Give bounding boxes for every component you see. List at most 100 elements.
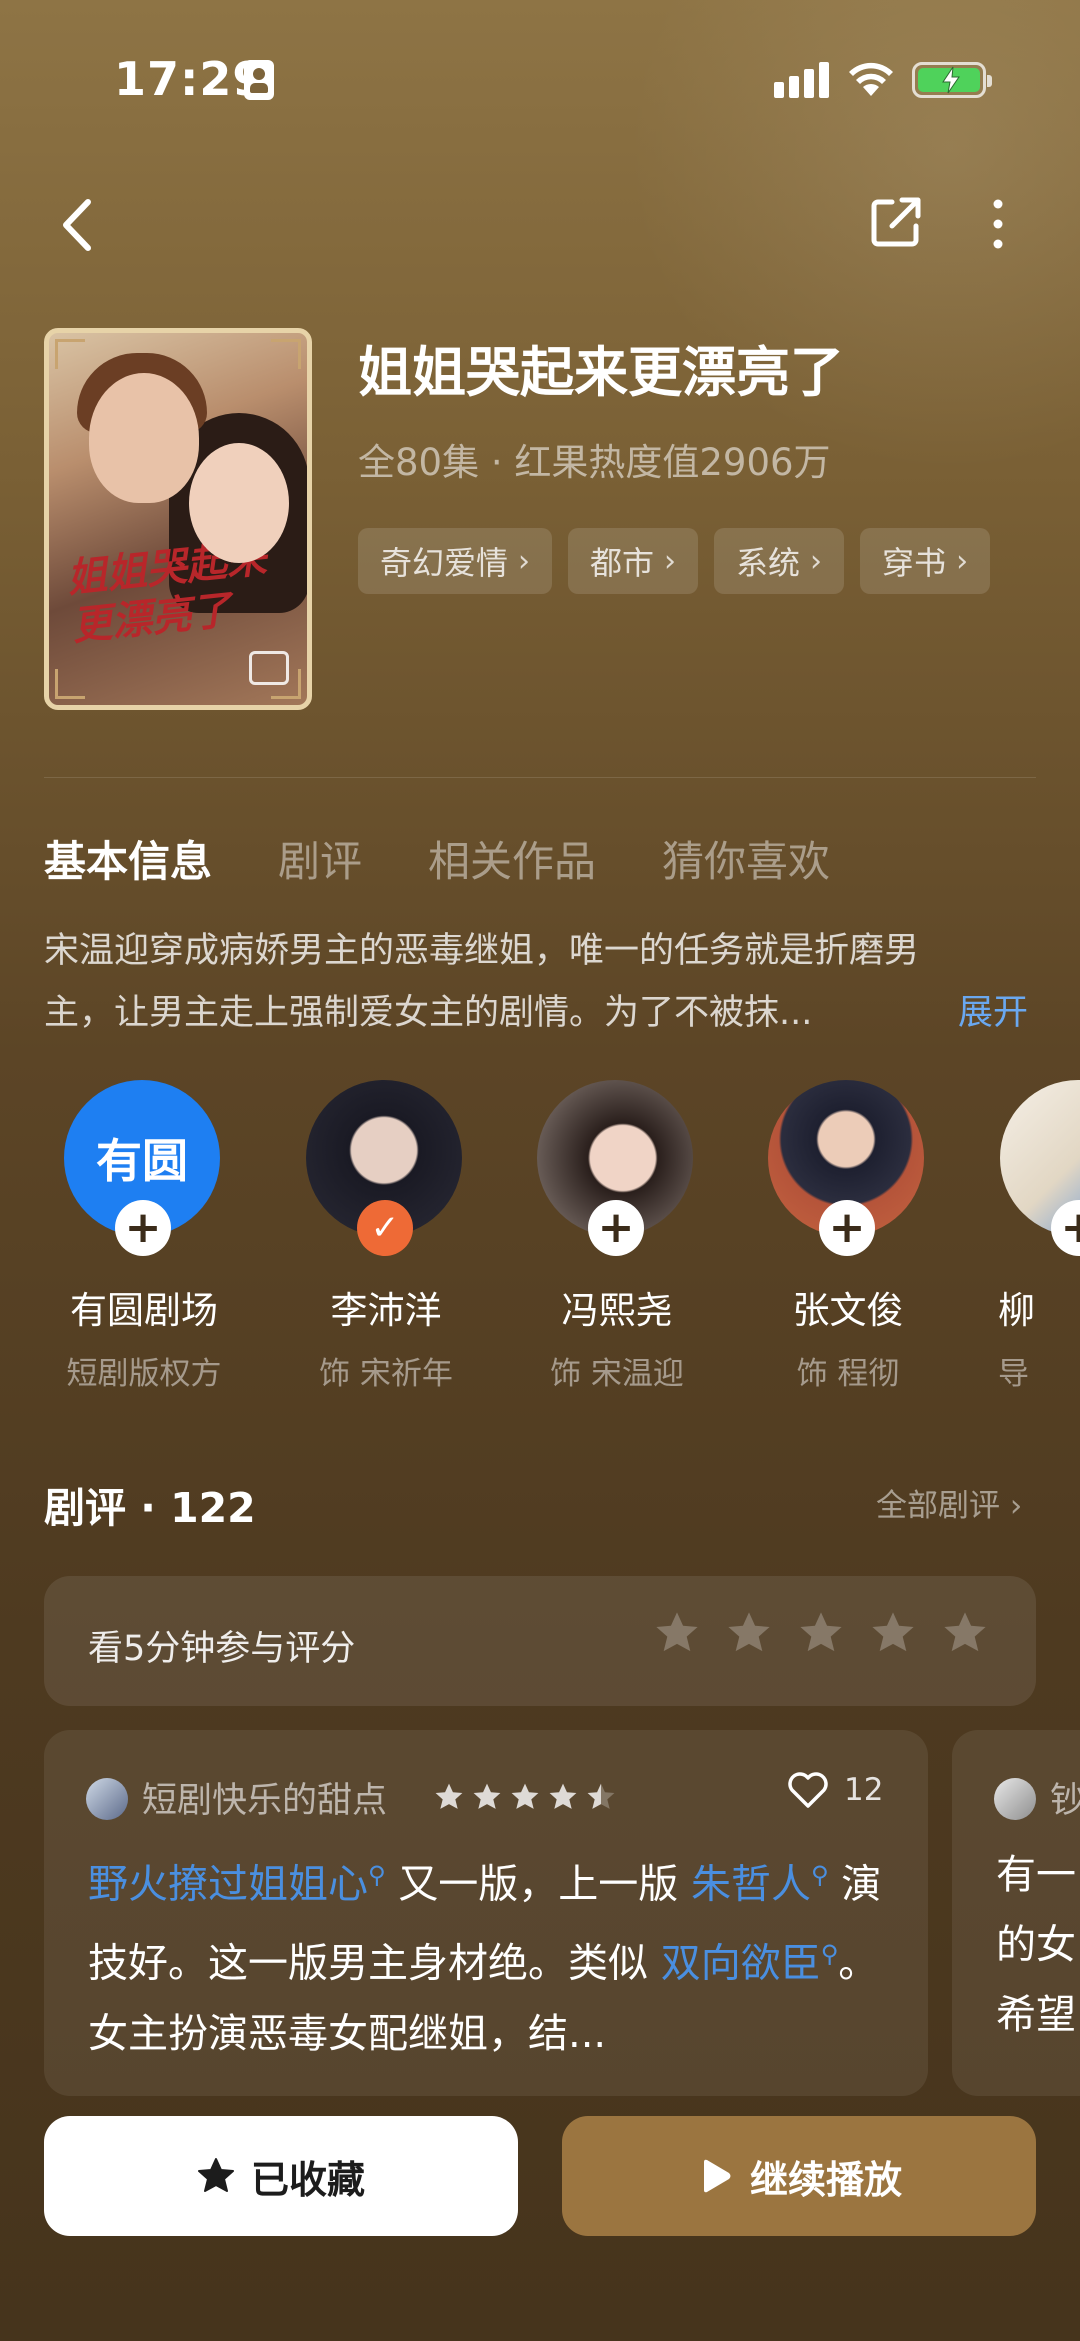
tag-label: 穿书 <box>882 544 947 582</box>
tag-chip[interactable]: 奇幻爱情 › <box>358 528 553 594</box>
plus-icon: + <box>597 1202 635 1253</box>
rating-star-icon <box>728 1612 770 1652</box>
drama-detail-page: 17:29 姐姐哭起来更漂亮了 姐姐哭起来更漂亮了 全80集 · 红果热度值29… <box>0 0 1080 2341</box>
cast-role: 饰 程彻 <box>796 1356 900 1392</box>
synopsis-line: 主，让男主走上强制爱女主的剧情。为了不被抹... <box>44 993 813 1033</box>
followed-badge[interactable]: ✓ <box>357 1200 413 1256</box>
star-icon <box>473 1783 501 1809</box>
follow-button[interactable]: + <box>115 1200 171 1256</box>
studio-logo-text: 有圆 <box>96 1134 188 1188</box>
cast-role: 短剧版权方 <box>66 1356 222 1392</box>
chevron-right-icon: › <box>664 543 677 579</box>
contact-card-icon <box>244 60 274 100</box>
favorite-label: 已收藏 <box>250 2157 365 2202</box>
review-tag-link[interactable]: 双向欲臣 <box>661 1941 821 1987</box>
drama-meta: 全80集 · 红果热度值2906万 <box>358 441 831 484</box>
divider <box>44 777 1036 778</box>
reviews-title: 剧评 · 122 <box>44 1484 256 1532</box>
signal-icon <box>774 62 830 98</box>
plus-icon: + <box>1060 1202 1080 1253</box>
cast-role: 饰 宋温迎 <box>550 1356 684 1392</box>
tag-list: 奇幻爱情 › 都市 › 系统 › 穿书 › <box>358 528 991 594</box>
play-icon <box>703 2159 731 2193</box>
star-icon <box>511 1783 539 1809</box>
cast-name: 冯熙尧 <box>561 1289 673 1332</box>
cast-role: 导 <box>998 1356 1029 1392</box>
heart-icon <box>788 1772 828 1808</box>
status-time: 17:29 <box>114 52 266 106</box>
tab-basic-info[interactable]: 基本信息 <box>44 828 212 889</box>
battery-icon <box>912 62 992 98</box>
chevron-right-icon: › <box>956 543 969 579</box>
rating-star-icon <box>872 1612 914 1652</box>
tab-bar: 基本信息 剧评 相关作品 猜你喜欢 <box>44 828 830 889</box>
review-username[interactable]: 钞 <box>1050 1772 1080 1823</box>
review-text-span: 又一版，上一版 <box>385 1861 692 1908</box>
tag-label: 系统 <box>736 544 801 582</box>
review-text-line: 的女 <box>996 1922 1076 1968</box>
cast-name: 有圆剧场 <box>70 1289 218 1332</box>
review-tag-link[interactable]: 野火撩过姐姐心 <box>88 1861 368 1907</box>
plus-icon: + <box>828 1202 866 1253</box>
rating-prompt: 看5分钟参与评分 <box>88 1629 356 1669</box>
tab-reviews[interactable]: 剧评 <box>278 828 362 889</box>
review-text: 野火撩过姐姐心⚲ 又一版，上一版 朱哲人⚲ 演技好。这一版男主身材绝。类似 双向… <box>88 1840 888 2069</box>
review-card[interactable]: 短剧快乐的甜点 12 野火撩过姐姐心⚲ 又一版，上一版 朱哲人⚲ 演技好。这一版… <box>44 1730 928 2096</box>
search-icon: ⚲ <box>820 1940 839 1969</box>
synopsis-text: 宋温迎穿成病娇男主的恶毒继姐，唯一的任务就是折磨男 主，让男主走上强制爱女主的剧… <box>44 920 1036 1044</box>
rating-stars[interactable] <box>654 1610 988 1656</box>
tag-chip[interactable]: 系统 › <box>714 528 845 594</box>
expand-link[interactable]: 展开 <box>958 982 1028 1044</box>
review-card[interactable]: 钞 有一 的女 希望 <box>952 1730 1080 2096</box>
continue-play-button[interactable]: 继续播放 <box>562 2116 1036 2236</box>
cast-name: 张文俊 <box>792 1289 904 1332</box>
cast-name: 李沛洋 <box>330 1289 442 1332</box>
chevron-right-icon: › <box>810 543 823 579</box>
search-icon: ⚲ <box>368 1861 386 1889</box>
drama-title: 姐姐哭起来更漂亮了 <box>358 341 844 404</box>
tab-related-works[interactable]: 相关作品 <box>428 828 596 889</box>
review-rating-stars <box>434 1782 616 1812</box>
tag-label: 都市 <box>590 544 655 582</box>
play-label: 继续播放 <box>749 2157 902 2202</box>
review-tag-link[interactable]: 朱哲人 <box>691 1861 811 1907</box>
tag-chip[interactable]: 都市 › <box>568 528 699 594</box>
star-icon <box>549 1783 577 1809</box>
review-username[interactable]: 短剧快乐的甜点 <box>142 1772 387 1823</box>
plus-icon: + <box>124 1202 162 1253</box>
rating-star-icon <box>944 1612 986 1652</box>
more-icon[interactable] <box>986 196 1010 252</box>
rating-star-icon <box>656 1612 698 1652</box>
tag-label: 奇幻爱情 <box>380 544 509 582</box>
share-icon[interactable] <box>868 194 924 250</box>
like-count: 12 <box>844 1772 884 1808</box>
back-icon[interactable] <box>54 190 104 260</box>
status-bar: 17:29 <box>0 0 1080 160</box>
cast-list: 有圆 + 有圆剧场 短剧版权方 ✓ 李沛洋 饰 宋祈年 + 冯熙尧 饰 宋温迎 … <box>0 1080 1080 1400</box>
like-button[interactable]: 12 <box>786 1770 883 1810</box>
star-icon <box>197 2158 234 2192</box>
chevron-right-icon: › <box>518 543 531 579</box>
review-text-line: 有一 <box>996 1852 1076 1898</box>
search-icon: ⚲ <box>811 1861 829 1889</box>
tab-recommendations[interactable]: 猜你喜欢 <box>662 828 830 889</box>
follow-button[interactable]: + <box>819 1200 875 1256</box>
avatar <box>86 1778 128 1820</box>
follow-button[interactable]: + <box>588 1200 644 1256</box>
star-icon <box>587 1783 615 1809</box>
cast-role: 饰 宋祈年 <box>319 1356 453 1392</box>
cast-name: 柳 <box>998 1289 1035 1332</box>
rating-star-icon <box>800 1612 842 1652</box>
review-text-line: 希望 <box>996 1992 1076 2038</box>
tag-chip[interactable]: 穿书 › <box>860 528 991 594</box>
favorite-button[interactable]: 已收藏 <box>44 2116 518 2236</box>
avatar <box>994 1778 1036 1820</box>
check-icon: ✓ <box>370 1208 400 1248</box>
star-icon <box>435 1783 463 1809</box>
wifi-icon <box>849 62 893 96</box>
review-text: 有一 的女 希望 <box>996 1840 1080 2050</box>
poster-icon <box>249 651 289 685</box>
rating-prompt-box[interactable]: 看5分钟参与评分 <box>44 1576 1036 1706</box>
drama-cover-image[interactable]: 姐姐哭起来更漂亮了 <box>44 328 312 710</box>
all-reviews-link[interactable]: 全部剧评 › <box>876 1480 1022 1525</box>
